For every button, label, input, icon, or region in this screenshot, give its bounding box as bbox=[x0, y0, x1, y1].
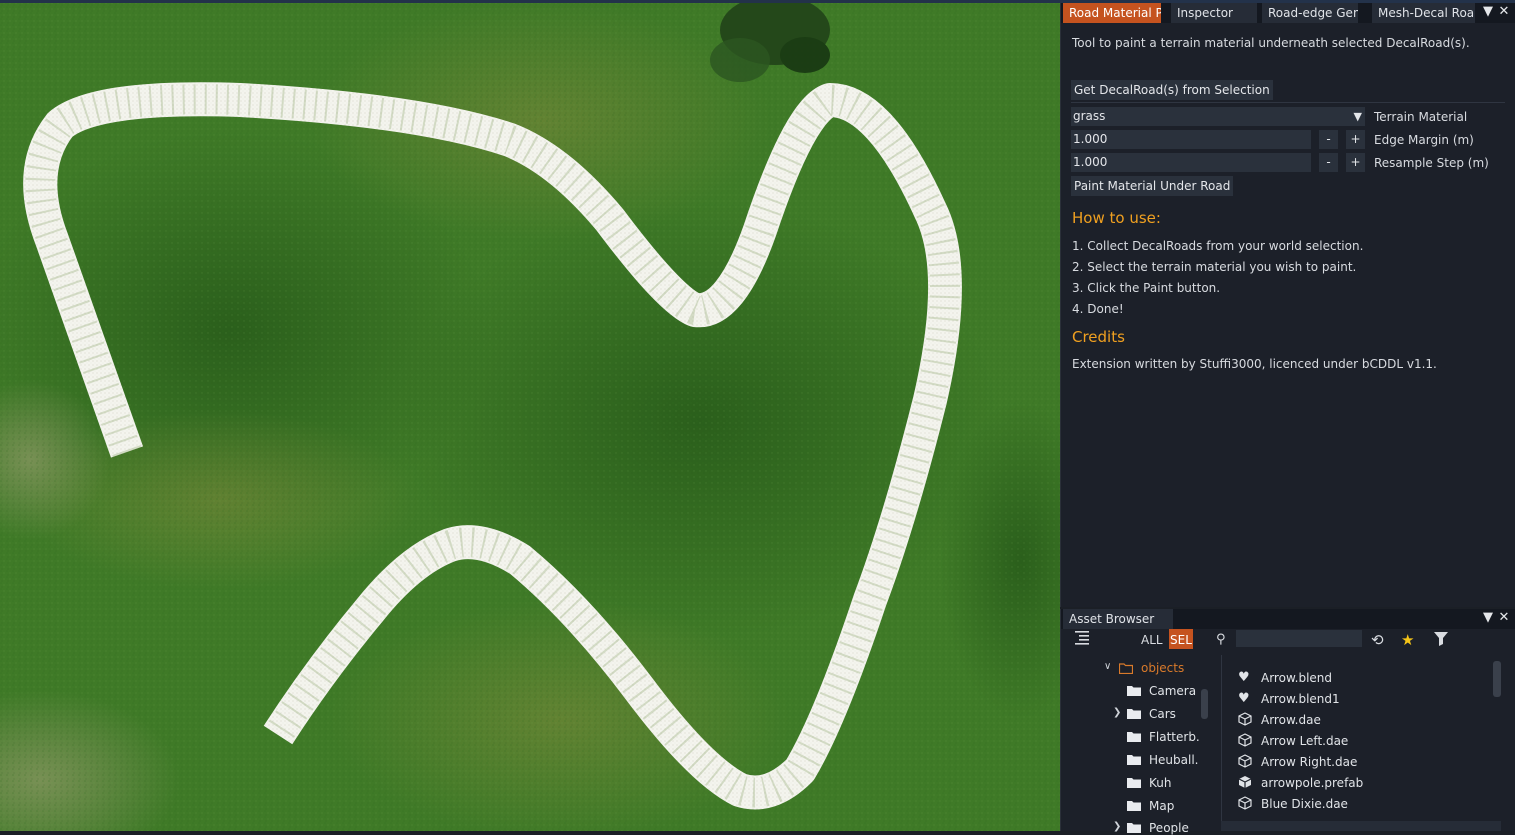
filter-sel-button[interactable]: SEL bbox=[1169, 629, 1193, 649]
heart-icon: ♥ bbox=[1238, 691, 1250, 706]
tree-item-people[interactable]: People bbox=[1149, 821, 1189, 835]
folder-icon bbox=[1127, 778, 1141, 788]
chevron-down-icon: ▼ bbox=[1353, 110, 1362, 123]
history-icon[interactable]: ⟲ bbox=[1371, 629, 1384, 649]
credits-text: Extension written by Stuffi3000, licence… bbox=[1072, 357, 1437, 371]
scene-viewport[interactable] bbox=[0, 0, 1060, 831]
asset-browser-tab-bar: Asset Browser ▼ ✕ bbox=[1061, 609, 1515, 629]
get-decalroads-button[interactable]: Get DecalRoad(s) from Selection bbox=[1071, 80, 1273, 100]
tab-road-edge-gen[interactable]: Road-edge Gen. bbox=[1262, 3, 1358, 23]
step-4: 4. Done! bbox=[1072, 302, 1124, 316]
close-icon[interactable]: ✕ bbox=[1497, 611, 1511, 625]
chevron-right-icon[interactable]: ❯ bbox=[1113, 707, 1121, 718]
terrain-material-select[interactable]: grass ▼ bbox=[1071, 107, 1365, 126]
list-item[interactable]: Arrow.blend bbox=[1261, 671, 1332, 685]
divider bbox=[1071, 102, 1505, 103]
tree-item-heuball[interactable]: Heuball. bbox=[1149, 753, 1211, 767]
list-item[interactable]: Arrow.dae bbox=[1261, 713, 1321, 727]
tree-item-map[interactable]: Map bbox=[1149, 799, 1174, 813]
credits-heading: Credits bbox=[1072, 328, 1125, 346]
tab-road-material[interactable]: Road Material P. bbox=[1063, 3, 1161, 23]
dropdown-menu-icon[interactable]: ▼ bbox=[1481, 611, 1495, 625]
chevron-right-icon[interactable]: ❯ bbox=[1113, 821, 1121, 832]
heart-icon: ♥ bbox=[1238, 670, 1250, 685]
panel-description: Tool to paint a terrain material underne… bbox=[1072, 36, 1470, 50]
terrain-material-label: Terrain Material bbox=[1374, 110, 1468, 124]
road-material-panel: Road Material P. Inspector Road-edge Gen… bbox=[1060, 3, 1515, 607]
tab-mesh-decal-road[interactable]: Mesh-Decal Roa. bbox=[1372, 3, 1475, 23]
folder-icon bbox=[1127, 709, 1141, 719]
tree-item-cars[interactable]: Cars bbox=[1149, 707, 1176, 721]
folder-icon bbox=[1127, 755, 1141, 765]
prefab-icon bbox=[1238, 776, 1252, 788]
tree-item-objects[interactable]: objects bbox=[1141, 661, 1184, 675]
resample-step-input[interactable]: 1.000 bbox=[1071, 153, 1311, 172]
tree-item-camera[interactable]: Camera bbox=[1149, 684, 1196, 698]
folder-icon bbox=[1127, 686, 1141, 696]
file-list-footer bbox=[1221, 821, 1501, 831]
tree-view-toggle-icon[interactable] bbox=[1073, 629, 1095, 649]
file-list-scrollbar[interactable] bbox=[1493, 661, 1501, 697]
list-item[interactable]: arrowpole.prefab bbox=[1261, 776, 1363, 790]
edge-margin-input[interactable]: 1.000 bbox=[1071, 130, 1311, 149]
filter-funnel-icon[interactable] bbox=[1433, 629, 1449, 649]
terrain-material-value: grass bbox=[1073, 109, 1106, 123]
pane-divider[interactable] bbox=[1221, 655, 1222, 831]
resample-step-increment-button[interactable]: + bbox=[1346, 153, 1365, 172]
tree-scrollbar[interactable] bbox=[1201, 689, 1208, 719]
tab-inspector[interactable]: Inspector bbox=[1171, 3, 1257, 23]
cube-icon bbox=[1238, 796, 1252, 810]
edge-margin-decrement-button[interactable]: - bbox=[1319, 130, 1338, 149]
paint-material-button[interactable]: Paint Material Under Road bbox=[1071, 176, 1234, 196]
tree-item-kuh[interactable]: Kuh bbox=[1149, 776, 1171, 790]
list-item[interactable]: Arrow Left.dae bbox=[1261, 734, 1348, 748]
folder-icon bbox=[1127, 732, 1141, 742]
resample-step-label: Resample Step (m) bbox=[1374, 156, 1489, 170]
panel-tab-bar: Road Material P. Inspector Road-edge Gen… bbox=[1061, 3, 1515, 23]
folder-icon bbox=[1127, 823, 1141, 833]
folder-icon bbox=[1127, 801, 1141, 811]
cube-icon bbox=[1238, 733, 1252, 747]
terrain-view bbox=[0, 0, 1060, 831]
search-input[interactable] bbox=[1236, 630, 1362, 647]
how-to-use-heading: How to use: bbox=[1072, 209, 1161, 227]
tab-asset-browser[interactable]: Asset Browser bbox=[1063, 609, 1173, 629]
cube-icon bbox=[1238, 754, 1252, 768]
cube-icon bbox=[1238, 712, 1252, 726]
step-3: 3. Click the Paint button. bbox=[1072, 281, 1221, 295]
asset-browser-panel: Asset Browser ▼ ✕ ALL SEL ⚲ ⟲ ★ ∨ object… bbox=[1060, 609, 1515, 835]
dropdown-menu-icon[interactable]: ▼ bbox=[1481, 5, 1495, 19]
search-icon: ⚲ bbox=[1216, 632, 1226, 647]
resample-step-decrement-button[interactable]: - bbox=[1319, 153, 1338, 172]
edge-margin-label: Edge Margin (m) bbox=[1374, 133, 1474, 147]
close-icon[interactable]: ✕ bbox=[1497, 5, 1511, 19]
step-2: 2. Select the terrain material you wish … bbox=[1072, 260, 1357, 274]
list-item[interactable]: Blue Dixie.dae bbox=[1261, 797, 1348, 811]
chevron-down-icon[interactable]: ∨ bbox=[1104, 661, 1111, 672]
favorites-star-icon[interactable]: ★ bbox=[1401, 629, 1414, 649]
filter-all-button[interactable]: ALL bbox=[1141, 629, 1163, 649]
list-item[interactable]: Arrow Right.dae bbox=[1261, 755, 1357, 769]
tree-item-flatterb[interactable]: Flatterb. bbox=[1149, 730, 1211, 744]
edge-margin-increment-button[interactable]: + bbox=[1346, 130, 1365, 149]
step-1: 1. Collect DecalRoads from your world se… bbox=[1072, 239, 1364, 253]
folder-open-icon bbox=[1119, 663, 1133, 674]
list-item[interactable]: Arrow.blend1 bbox=[1261, 692, 1340, 706]
